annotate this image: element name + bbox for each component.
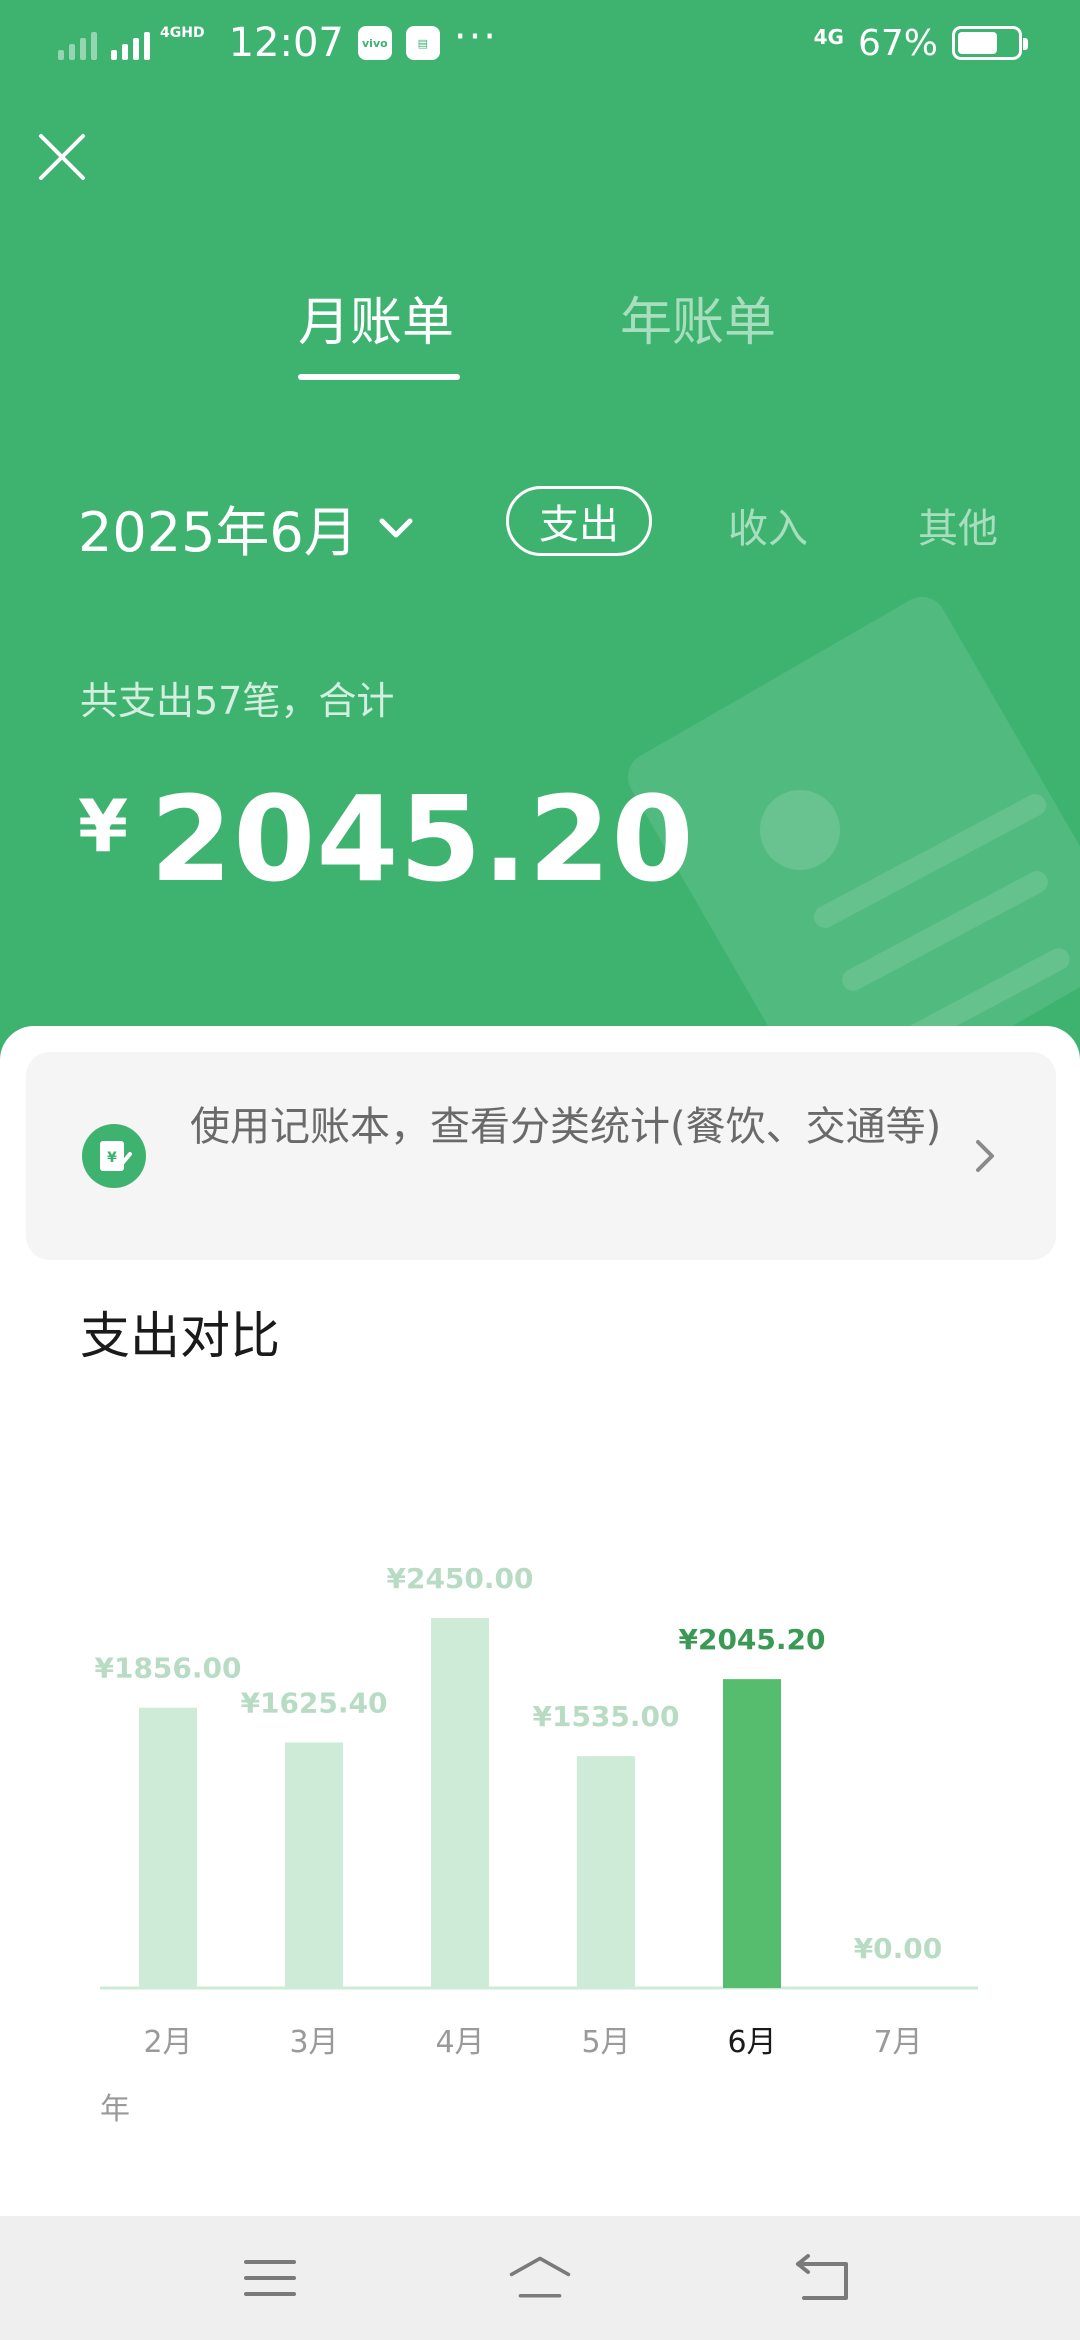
chart-bar[interactable] — [285, 1742, 343, 1988]
nav-menu-button[interactable] — [238, 2246, 302, 2310]
status-bar: 4GHD 12:07 vivo ▤ ··· 4G 67% — [0, 0, 1080, 90]
summary-text: 共支出57笔，合计 — [80, 679, 395, 723]
chart-bar[interactable] — [577, 1756, 635, 1988]
status-time: 12:07 — [228, 20, 344, 66]
chart-category-label: 3月 — [289, 2025, 338, 2060]
month-selector[interactable]: 2025年6月 — [78, 488, 416, 567]
selected-month: 2025年6月 — [78, 501, 358, 564]
close-button[interactable] — [30, 125, 94, 189]
year-axis-label: 年 — [100, 2092, 130, 2127]
active-tab-indicator — [298, 374, 460, 380]
nav-back-button[interactable] — [792, 2246, 856, 2310]
signal-strong-icon — [111, 26, 150, 60]
type-income-button[interactable]: 收入 — [728, 496, 808, 554]
currency-symbol: ¥ — [78, 784, 129, 868]
menu-icon — [244, 2260, 296, 2296]
nav-home-button[interactable] — [508, 2246, 572, 2310]
battery-percent: 67% — [857, 22, 938, 64]
chart-data-label: ¥0.00 — [854, 1932, 943, 1965]
vivo-app-icon: vivo — [357, 26, 392, 60]
back-icon — [796, 2254, 848, 2300]
wallet-notification-icon: ▤ — [405, 26, 440, 60]
chart-category-label: 6月 — [727, 2025, 776, 2060]
chart-data-label: ¥1625.40 — [240, 1687, 387, 1720]
notebook-banner-text: 使用记账本，查看分类统计(餐饮、交通等) — [190, 1104, 942, 1150]
chart-category-label: 4月 — [435, 2025, 484, 2060]
chart-bar[interactable] — [431, 1618, 489, 1988]
battery-fill — [958, 32, 997, 54]
system-nav-bar — [0, 2216, 1080, 2340]
bill-tabs: 月账单 年账单 — [0, 280, 1080, 390]
type-other-button[interactable]: 其他 — [918, 496, 998, 554]
chart-category-label: 5月 — [581, 2025, 630, 2060]
section-title: 支出对比 — [80, 1307, 280, 1365]
chevron-right-icon — [976, 1140, 994, 1172]
amount-value: 2045.20 — [150, 770, 695, 908]
chart-category-label: 7月 — [873, 2025, 922, 2060]
svg-text:¥: ¥ — [107, 1150, 117, 1166]
decorative-circle — [760, 790, 840, 870]
notebook-icon: ¥ — [82, 1124, 146, 1188]
chart-category-label: 2月 — [143, 2025, 192, 2060]
tab-yearly-bill[interactable]: 年账单 — [620, 280, 776, 355]
network-type-label: 4GHD — [160, 25, 205, 41]
chart-data-label: ¥2045.20 — [678, 1623, 825, 1656]
close-icon — [39, 134, 85, 180]
notebook-banner[interactable]: ¥ 使用记账本，查看分类统计(餐饮、交通等) — [26, 1052, 1056, 1260]
type-expense-button[interactable]: 支出 — [506, 486, 652, 556]
network-4g-icon: 4G — [813, 25, 844, 49]
battery-icon — [952, 26, 1028, 60]
chart-svg: ¥1856.00 2月 ¥1625.40 3月 ¥2450.00 4月 ¥1535.00 5月… — [94, 1562, 978, 2060]
expense-comparison-chart: ¥1856.00 2月 ¥1625.40 3月 ¥2450.00 4月 ¥1535.00 5月… — [0, 1520, 1080, 2140]
chevron-down-icon — [379, 518, 413, 537]
chart-data-label: ¥2450.00 — [386, 1562, 533, 1595]
chart-bar[interactable] — [723, 1679, 781, 1988]
signal-weak-icon — [58, 26, 97, 60]
chart-data-label: ¥1856.00 — [94, 1652, 241, 1685]
chart-data-label: ¥1535.00 — [532, 1700, 679, 1733]
chart-bar[interactable] — [139, 1707, 197, 1988]
tab-monthly-bill[interactable]: 月账单 — [298, 280, 454, 355]
home-icon — [509, 2256, 571, 2298]
total-amount: ¥ 2045.20 — [78, 770, 695, 908]
more-notifications-icon: ··· — [453, 14, 499, 60]
